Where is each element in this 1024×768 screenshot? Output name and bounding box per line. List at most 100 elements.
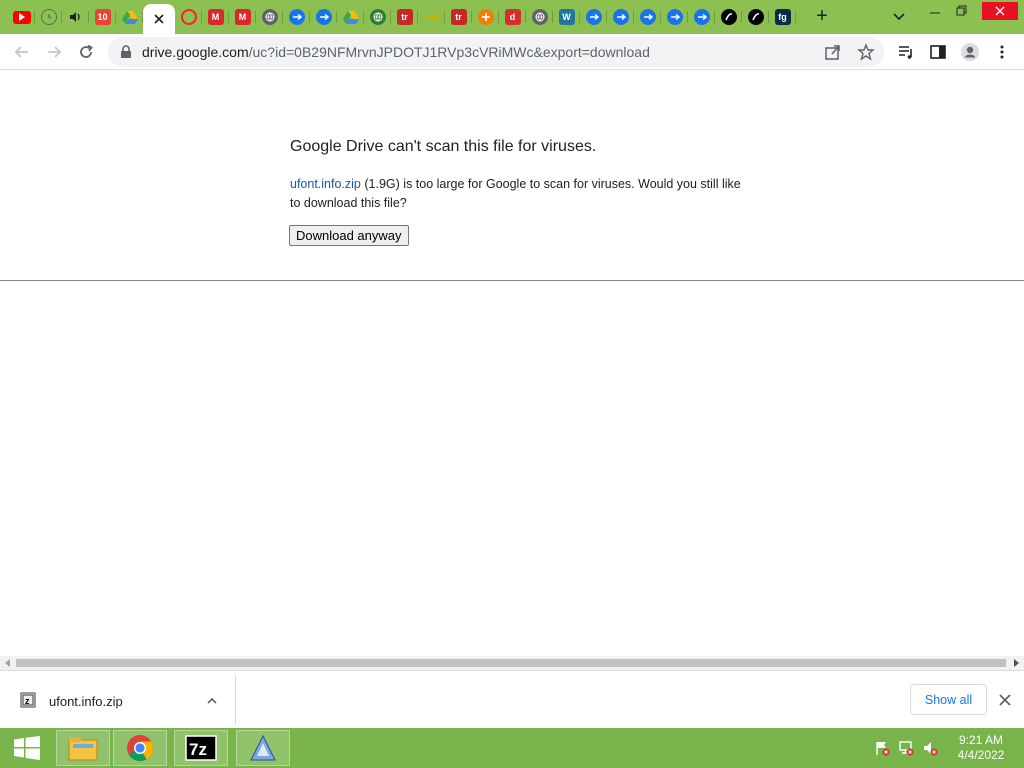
opera-icon [180,9,197,25]
cloud-icon [288,9,305,25]
tab[interactable] [175,4,202,30]
side-panel-icon [930,45,946,59]
playlist-icon [899,46,912,59]
file-size: (1.9G) [364,177,400,191]
folder-icon [68,737,98,761]
file-link[interactable]: ufont.info.zip [290,177,361,191]
media-control-button[interactable] [894,40,918,64]
message-body: ufont.info.zip (1.9G) is too large for G… [290,175,750,213]
tab[interactable] [62,4,89,30]
new-tab-button[interactable]: + [812,6,832,26]
taskbar-7zip[interactable]: 7z [174,730,228,766]
network-icon[interactable] [898,740,914,756]
tab[interactable] [688,4,715,30]
cloud-icon [666,9,683,25]
reload-button[interactable] [74,40,98,64]
fg-icon: fg [774,9,791,25]
tab-search-button[interactable] [890,8,908,26]
tab[interactable] [283,4,310,30]
mega-icon: M [207,9,224,25]
arrow-left-icon [14,46,28,58]
minimize-icon [930,12,940,14]
taskbar-app[interactable] [236,730,290,766]
tab[interactable] [256,4,283,30]
tab[interactable] [661,4,688,30]
tab-strip: 10 M Mtr tr d Wfg + [0,0,1024,34]
tab[interactable]: M [202,4,229,30]
7zip-icon: 7z [185,735,217,761]
tab[interactable] [116,4,143,30]
tab[interactable]: fg [769,4,796,30]
tab[interactable] [8,4,35,30]
tab[interactable] [526,4,553,30]
globe-color-icon [369,9,386,25]
tab[interactable]: d [499,4,526,30]
star-icon [857,43,875,61]
svg-text:z: z [25,696,30,706]
tab[interactable]: W [553,4,580,30]
tab[interactable]: tr [391,4,418,30]
profile-button[interactable] [958,40,982,64]
tab-active[interactable] [143,4,175,34]
tab[interactable]: M [229,4,256,30]
cloud-icon [612,9,629,25]
tab[interactable] [634,4,661,30]
tab[interactable] [580,4,607,30]
tab[interactable] [715,4,742,30]
side-panel-button[interactable] [926,40,950,64]
clock-date: 4/4/2022 [957,748,1005,762]
clock-time: 9:21 AM [958,733,1004,747]
chevron-up-icon[interactable] [204,693,220,709]
download-file-name: ufont.info.zip [49,694,123,709]
url-text: drive.google.com/uc?id=0B29NFMrvnJPDOTJ1… [142,44,650,60]
taskbar-chrome[interactable] [113,730,167,766]
tab[interactable] [607,4,634,30]
divider [0,280,1024,281]
minimize-button[interactable] [924,2,946,20]
download-item[interactable]: z ufont.info.zip [4,675,236,725]
share-icon [825,45,840,60]
close-window-button[interactable] [982,2,1018,20]
tab[interactable] [310,4,337,30]
volume-muted-icon[interactable] [922,740,938,756]
scroll-right-arrow-icon[interactable] [1014,659,1019,667]
tab[interactable] [337,4,364,30]
tr-icon: tr [450,9,467,25]
forward-button[interactable] [42,40,66,64]
taskbar-file-explorer[interactable] [56,730,110,766]
address-bar[interactable]: drive.google.com/uc?id=0B29NFMrvnJPDOTJ1… [108,37,884,67]
download-anyway-button[interactable]: Download anyway [289,225,409,246]
close-icon[interactable] [996,691,1014,709]
bookmark-button[interactable] [857,43,875,66]
restore-button[interactable] [951,2,973,20]
share-button[interactable] [824,43,842,66]
horizontal-scrollbar[interactable] [0,656,1024,670]
cloud-icon [585,9,602,25]
swirl-icon [747,9,764,25]
cloud-icon [639,9,656,25]
tab[interactable] [364,4,391,30]
tr-icon: tr [396,9,413,25]
tab[interactable]: tr [445,4,472,30]
tab[interactable] [35,4,62,30]
tab[interactable]: 10 [89,4,116,30]
restore-icon [956,5,967,16]
tab[interactable] [418,4,445,30]
back-button[interactable] [10,40,34,64]
action-center-icon[interactable] [874,740,890,756]
start-button[interactable] [0,730,54,766]
chevron-down-icon [893,13,905,21]
orange-logo-icon [477,9,494,25]
close-icon [995,6,1005,16]
system-clock[interactable]: 9:21 AM 4/4/2022 [950,733,1012,763]
windows-logo-icon [14,736,40,760]
tab[interactable] [472,4,499,30]
show-all-button[interactable]: Show all [910,684,987,715]
menu-button[interactable] [990,40,1014,64]
close-icon[interactable] [153,13,165,25]
taskbar: 7z 9:21 AM 4/4/2022 [0,728,1024,768]
tab[interactable] [742,4,769,30]
scroll-left-arrow-icon[interactable] [5,659,10,667]
globe-icon [531,9,548,25]
scrollbar-thumb[interactable] [16,659,1006,667]
